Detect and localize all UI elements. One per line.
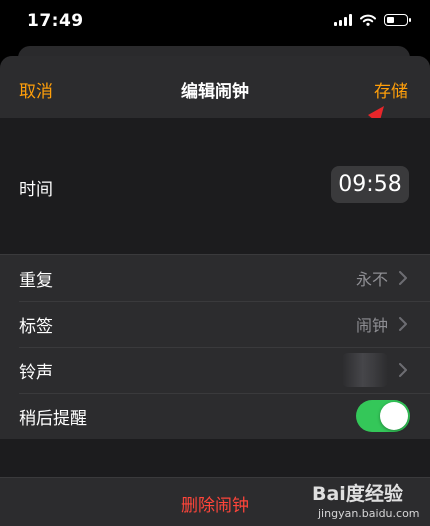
label-value: 闹钟	[355, 316, 388, 335]
time-picker[interactable]: 09:58	[331, 166, 409, 203]
repeat-value: 永不	[355, 270, 388, 289]
battery-icon	[384, 14, 411, 26]
chevron-right-icon	[399, 271, 407, 285]
snooze-toggle[interactable]	[356, 400, 410, 432]
snooze-label: 稍后提醒	[19, 408, 87, 429]
status-time: 17:49	[27, 11, 84, 31]
repeat-label: 重复	[19, 270, 53, 291]
sound-row[interactable]: 铃声	[0, 347, 430, 393]
wifi-icon	[360, 14, 376, 26]
time-label: 时间	[19, 180, 53, 200]
status-bar: 17:49	[0, 0, 430, 44]
watermark-brand: Bai度经验	[312, 483, 403, 505]
watermark-url: jingyan.baidu.com	[318, 507, 420, 520]
repeat-row[interactable]: 重复 永不	[0, 255, 430, 301]
page-title: 编辑闹钟	[181, 82, 249, 102]
sound-value-blurred	[342, 353, 388, 387]
save-button[interactable]: 存储	[374, 77, 408, 102]
status-icons	[334, 14, 411, 26]
settings-list: 重复 永不 标签 闹钟 铃声 稍后提醒	[0, 254, 430, 439]
cellular-signal-icon	[334, 14, 352, 26]
chevron-right-icon	[399, 363, 407, 377]
label-row[interactable]: 标签 闹钟	[0, 301, 430, 347]
time-section: 时间 09:58	[0, 118, 430, 254]
chevron-right-icon	[399, 317, 407, 331]
battery-level	[387, 17, 394, 23]
snooze-row: 稍后提醒	[0, 393, 430, 439]
sound-label: 铃声	[19, 362, 53, 383]
toggle-knob	[380, 402, 408, 430]
baidu-jingyan-watermark: Bai度经验 jingyan.baidu.com	[308, 478, 420, 522]
label-label: 标签	[19, 316, 53, 337]
